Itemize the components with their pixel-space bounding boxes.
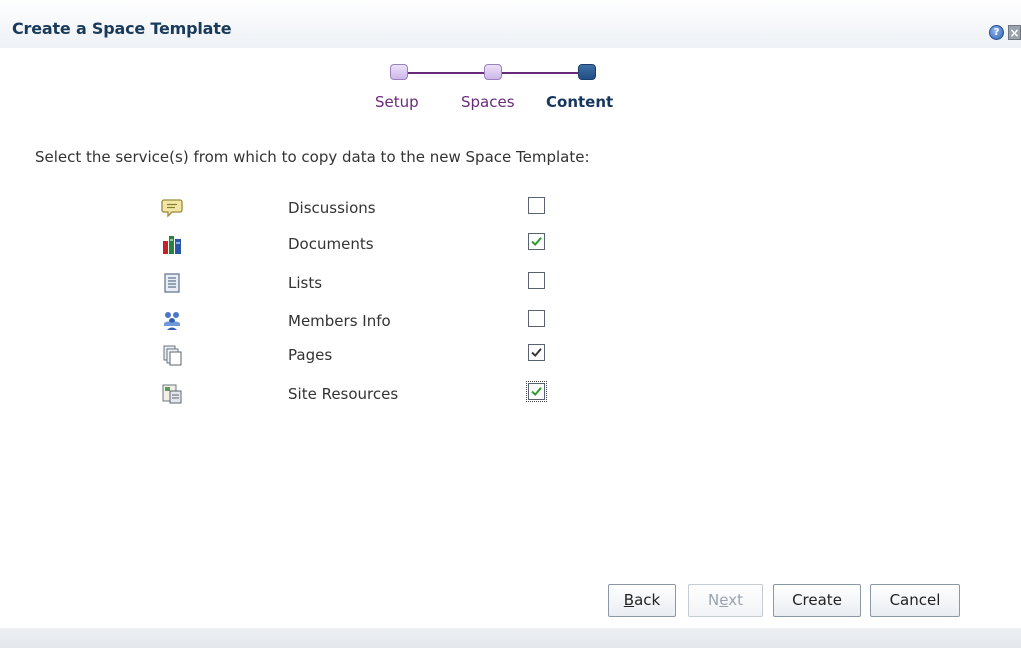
next-button[interactable]: Next: [688, 584, 763, 617]
back-button-accesskey: B: [623, 591, 635, 609]
train-stop-spaces[interactable]: [484, 64, 502, 80]
service-row-site-resources: Site Resources: [0, 381, 1021, 419]
service-label-lists: Lists: [288, 274, 323, 292]
service-label-pages: Pages: [288, 346, 333, 364]
pages-icon: [163, 345, 182, 366]
discussions-icon: [161, 199, 183, 218]
site-resources-checkbox[interactable]: [526, 381, 547, 402]
service-row-members-info: Members Info: [0, 310, 1021, 346]
service-label-documents: Documents: [288, 235, 374, 253]
lists-icon: [164, 273, 180, 293]
service-row-pages: Pages: [0, 344, 1021, 380]
site-resources-icon: [162, 384, 182, 404]
pages-checkbox[interactable]: [528, 344, 545, 361]
documents-checkbox[interactable]: [528, 233, 545, 250]
discussions-checkbox[interactable]: [528, 197, 545, 214]
service-row-lists: Lists: [0, 272, 1021, 308]
service-row-documents: Documents: [0, 233, 1021, 269]
create-button[interactable]: Create: [773, 584, 861, 617]
train-label-content: Content: [546, 93, 614, 111]
train-label-spaces[interactable]: Spaces: [461, 93, 515, 111]
next-button-accesskey: e: [719, 591, 729, 609]
cancel-button[interactable]: Cancel: [870, 584, 960, 617]
instruction-text: Select the service(s) from which to copy…: [35, 148, 590, 166]
checkmark-icon: [531, 387, 542, 397]
create-space-template-dialog: Create a Space Template ? × Setup Spaces…: [0, 0, 1021, 648]
dialog-footer: [0, 628, 1021, 648]
service-label-discussions: Discussions: [288, 199, 376, 217]
train-label-setup[interactable]: Setup: [375, 93, 419, 111]
lists-checkbox[interactable]: [528, 272, 545, 289]
documents-icon: [163, 236, 181, 254]
back-button[interactable]: Back: [608, 584, 676, 617]
train-connector: [500, 72, 578, 74]
members-info-checkbox[interactable]: [528, 310, 545, 327]
service-label-site-resources: Site Resources: [288, 385, 399, 403]
checkmark-icon: [531, 237, 542, 247]
service-row-discussions: Discussions: [0, 197, 1021, 233]
checkmark-icon: [531, 348, 542, 358]
next-button-label-post: xt: [728, 591, 743, 609]
train-stop-setup[interactable]: [390, 64, 408, 80]
service-label-members-info: Members Info: [288, 312, 391, 330]
train-stop-content: [578, 64, 596, 80]
back-button-label-post: ack: [634, 591, 661, 609]
members-info-icon: [164, 312, 180, 330]
train-connector: [406, 72, 484, 74]
next-button-label-pre: N: [708, 591, 720, 609]
wizard-train: Setup Spaces Content: [0, 0, 1021, 120]
